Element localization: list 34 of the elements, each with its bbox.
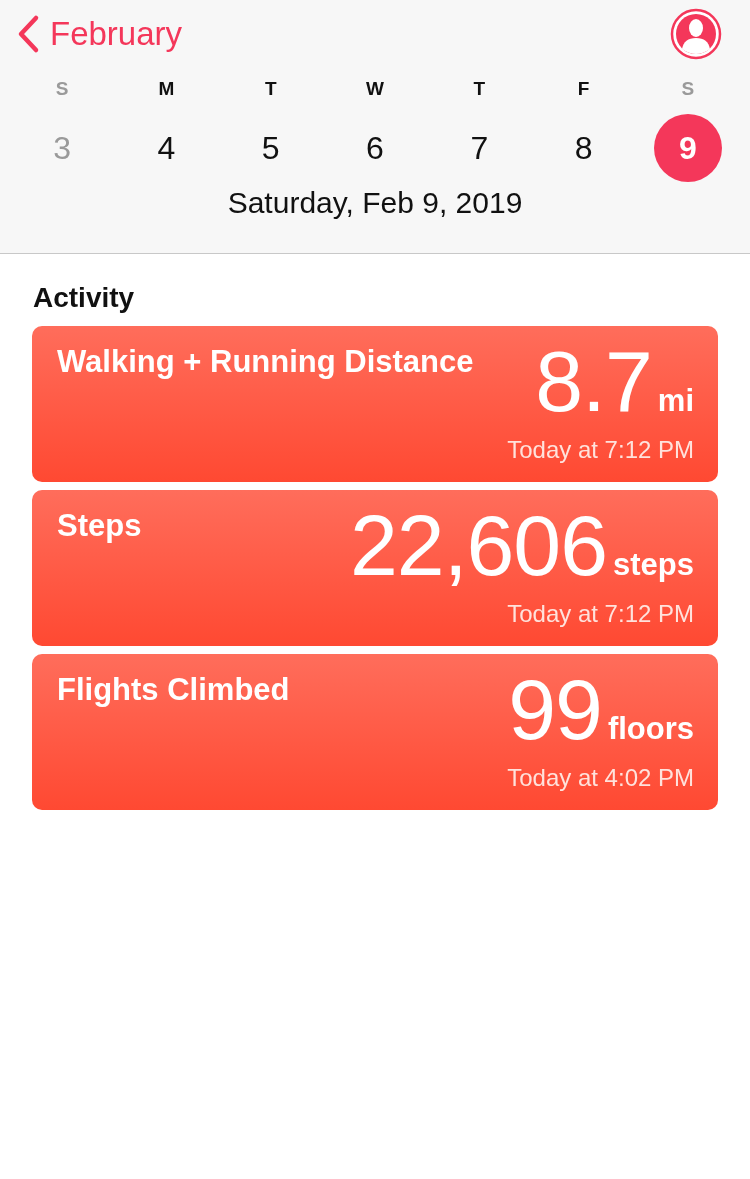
section-title: Activity [32,281,136,315]
activity-card[interactable]: Steps 22,606 steps Today at 7:12 PM [32,490,718,646]
timestamp: Today at 7:12 PM [507,600,694,628]
chevron-left-icon [16,14,40,54]
profile-icon[interactable] [670,8,722,60]
timestamp: Today at 7:12 PM [507,436,694,464]
date-button[interactable]: 9 [653,114,722,182]
weekday-label: S [681,78,695,101]
metric-value: 99 [508,666,602,752]
date-button[interactable]: 7 [445,114,514,182]
weekday-label: F [577,78,590,101]
card-title: Walking + Running Distance [57,343,474,381]
metric-value: 8.7 [535,338,652,424]
activity-card[interactable]: Flights Climbed 99 floors Today at 4:02 PM [32,654,718,810]
metric-unit: steps [613,549,694,580]
card-title: Steps [57,507,142,545]
date-button[interactable]: 3 [28,114,97,182]
date-button[interactable]: 8 [549,114,618,182]
timestamp: Today at 4:02 PM [507,764,694,792]
activity-card[interactable]: Walking + Running Distance 8.7 mi Today at 7:12 PM [32,326,718,482]
weekday-label: S [55,78,69,101]
metric-unit: mi [657,385,694,416]
weekday-label: W [366,78,384,101]
metric-unit: floors [607,713,694,744]
metric-value: 22,606 [349,502,607,588]
weekday-label: M [158,78,175,101]
back-button[interactable]: February [16,14,183,54]
date-button[interactable]: 4 [132,114,201,182]
date-button[interactable]: 5 [236,114,305,182]
card-title: Flights Climbed [57,671,290,709]
weekday-label: T [473,78,486,101]
selected-date: Saturday, Feb 9, 2019 [226,186,524,220]
date-button[interactable]: 6 [341,114,409,182]
weekday-label: T [264,78,277,101]
